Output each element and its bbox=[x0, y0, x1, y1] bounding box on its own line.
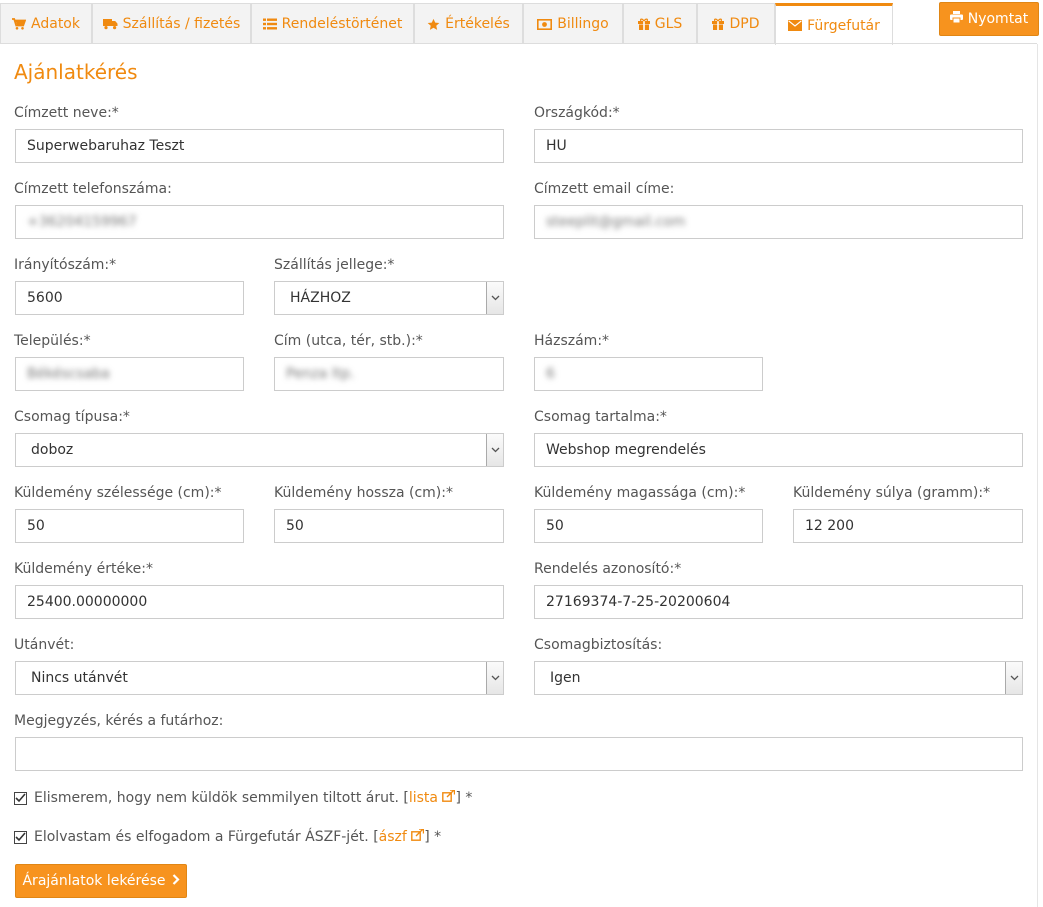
get-quotes-button[interactable]: Árajánlatok lekérése bbox=[15, 864, 187, 898]
note-label: Megjegyzés, kérés a futárhoz: bbox=[14, 713, 224, 729]
order-id-input[interactable]: 27169374-7-25-20200604 bbox=[534, 585, 1023, 619]
house-number-label: Házszám:* bbox=[534, 333, 610, 349]
external-link-icon bbox=[442, 789, 456, 802]
width-label: Küldemény szélessége (cm):* bbox=[14, 485, 222, 501]
order-id-label: Rendelés azonosító:* bbox=[534, 561, 682, 577]
chevron-down-icon bbox=[1005, 662, 1022, 694]
tab-rendelestortenet[interactable]: Rendeléstörténet bbox=[251, 3, 414, 44]
length-label: Küldemény hossza (cm):* bbox=[274, 485, 453, 501]
delivery-type-select[interactable]: HÁZHOZ bbox=[274, 281, 504, 315]
width-input[interactable]: 50 bbox=[15, 509, 244, 543]
zip-input[interactable]: 5600 bbox=[15, 281, 244, 315]
terms-checkbox[interactable] bbox=[14, 830, 27, 844]
prohibited-goods-checkbox[interactable] bbox=[14, 791, 27, 805]
tab-label: Adatok bbox=[31, 16, 80, 32]
package-type-label: Csomag típusa:* bbox=[14, 409, 130, 425]
print-button[interactable]: Nyomtat bbox=[939, 2, 1039, 36]
cart-icon bbox=[12, 18, 27, 30]
tab-ertekeles[interactable]: Értékelés bbox=[414, 3, 523, 44]
gift-icon bbox=[637, 18, 650, 30]
checkbox-suffix: ] * bbox=[424, 829, 442, 845]
terms-row: Elolvastam és elfogadom a Fürgefutár ÁSZ… bbox=[14, 828, 442, 845]
cod-label: Utánvét: bbox=[14, 637, 75, 653]
tab-gls[interactable]: GLS bbox=[623, 3, 697, 44]
height-label: Küldemény magassága (cm):* bbox=[534, 485, 746, 501]
chevron-right-icon bbox=[172, 873, 180, 889]
prohibited-goods-row: Elismerem, hogy nem küldök semmilyen til… bbox=[14, 789, 473, 806]
checkbox-text: Elismerem, hogy nem küldök semmilyen til… bbox=[34, 790, 409, 806]
money-icon bbox=[537, 18, 553, 30]
recipient-phone-input[interactable]: +36204159967 bbox=[15, 205, 504, 239]
recipient-name-input[interactable]: Superwebaruhaz Teszt bbox=[15, 129, 504, 163]
city-input[interactable]: Békéscsaba bbox=[15, 357, 244, 391]
checkbox-suffix: ] * bbox=[455, 790, 473, 806]
city-label: Település:* bbox=[14, 333, 91, 349]
height-input[interactable]: 50 bbox=[534, 509, 763, 543]
country-code-input[interactable]: HU bbox=[534, 129, 1023, 163]
package-type-select[interactable]: doboz bbox=[15, 433, 504, 467]
weight-label: Küldemény súlya (gramm):* bbox=[793, 485, 991, 501]
tab-furgefutar[interactable]: Fürgefutár bbox=[775, 3, 893, 45]
insurance-label: Csomagbiztosítás: bbox=[534, 637, 663, 653]
recipient-email-input[interactable]: steeplit@gmail.com bbox=[534, 205, 1023, 239]
terms-link[interactable]: ászf bbox=[379, 828, 425, 845]
checkbox-text: Elolvastam és elfogadom a Fürgefutár ÁSZ… bbox=[34, 829, 379, 845]
tab-adatok[interactable]: Adatok bbox=[0, 3, 92, 44]
tab-label: Értékelés bbox=[445, 16, 510, 32]
tab-dpd[interactable]: DPD bbox=[697, 3, 775, 44]
tab-label: DPD bbox=[729, 16, 760, 32]
star-icon bbox=[427, 18, 440, 31]
prohibited-list-link[interactable]: lista bbox=[409, 789, 456, 806]
house-number-input[interactable]: 6 bbox=[534, 357, 763, 391]
list-icon bbox=[262, 18, 277, 30]
recipient-email-label: Címzett email címe: bbox=[534, 181, 675, 197]
tab-bar: Adatok Szállítás / fizetés Rendeléstörté… bbox=[0, 0, 1043, 45]
zip-label: Irányítószám:* bbox=[14, 257, 117, 273]
note-input[interactable] bbox=[15, 737, 1023, 771]
chevron-down-icon bbox=[486, 434, 503, 466]
value-label: Küldemény értéke:* bbox=[14, 561, 154, 577]
recipient-name-label: Címzett neve:* bbox=[14, 105, 119, 121]
recipient-phone-label: Címzett telefonszáma: bbox=[14, 181, 172, 197]
tab-divider bbox=[0, 43, 1037, 44]
gift-icon bbox=[712, 18, 725, 30]
delivery-type-label: Szállítás jellege:* bbox=[274, 257, 395, 273]
tab-label: Fürgefutár bbox=[807, 17, 880, 34]
envelope-icon bbox=[788, 20, 803, 31]
tab-label: Billingo bbox=[557, 16, 609, 32]
address-label: Cím (utca, tér, stb.):* bbox=[274, 333, 423, 349]
truck-icon bbox=[102, 18, 118, 30]
print-button-label: Nyomtat bbox=[967, 11, 1029, 27]
chevron-down-icon bbox=[486, 282, 503, 314]
page-title: Ajánlatkérés bbox=[14, 60, 138, 84]
printer-icon bbox=[949, 11, 963, 27]
cod-select[interactable]: Nincs utánvét bbox=[15, 661, 504, 695]
panel-edge bbox=[1037, 44, 1038, 907]
tab-label: GLS bbox=[654, 16, 683, 32]
country-code-label: Országkód:* bbox=[534, 105, 620, 121]
length-input[interactable]: 50 bbox=[274, 509, 504, 543]
external-link-icon bbox=[411, 828, 425, 841]
tab-billingo[interactable]: Billingo bbox=[523, 3, 623, 44]
address-input[interactable]: Penza ltp. bbox=[274, 357, 504, 391]
insurance-select[interactable]: Igen bbox=[534, 661, 1023, 695]
get-quotes-label: Árajánlatok lekérése bbox=[22, 873, 166, 889]
weight-input[interactable]: 12 200 bbox=[793, 509, 1023, 543]
tab-szallitas-fizetes[interactable]: Szállítás / fizetés bbox=[92, 3, 251, 44]
value-input[interactable]: 25400.00000000 bbox=[15, 585, 504, 619]
tab-label: Szállítás / fizetés bbox=[122, 16, 241, 32]
tab-label: Rendeléstörténet bbox=[281, 16, 403, 32]
chevron-down-icon bbox=[486, 662, 503, 694]
package-content-input[interactable]: Webshop megrendelés bbox=[534, 433, 1023, 467]
package-content-label: Csomag tartalma:* bbox=[534, 409, 667, 425]
